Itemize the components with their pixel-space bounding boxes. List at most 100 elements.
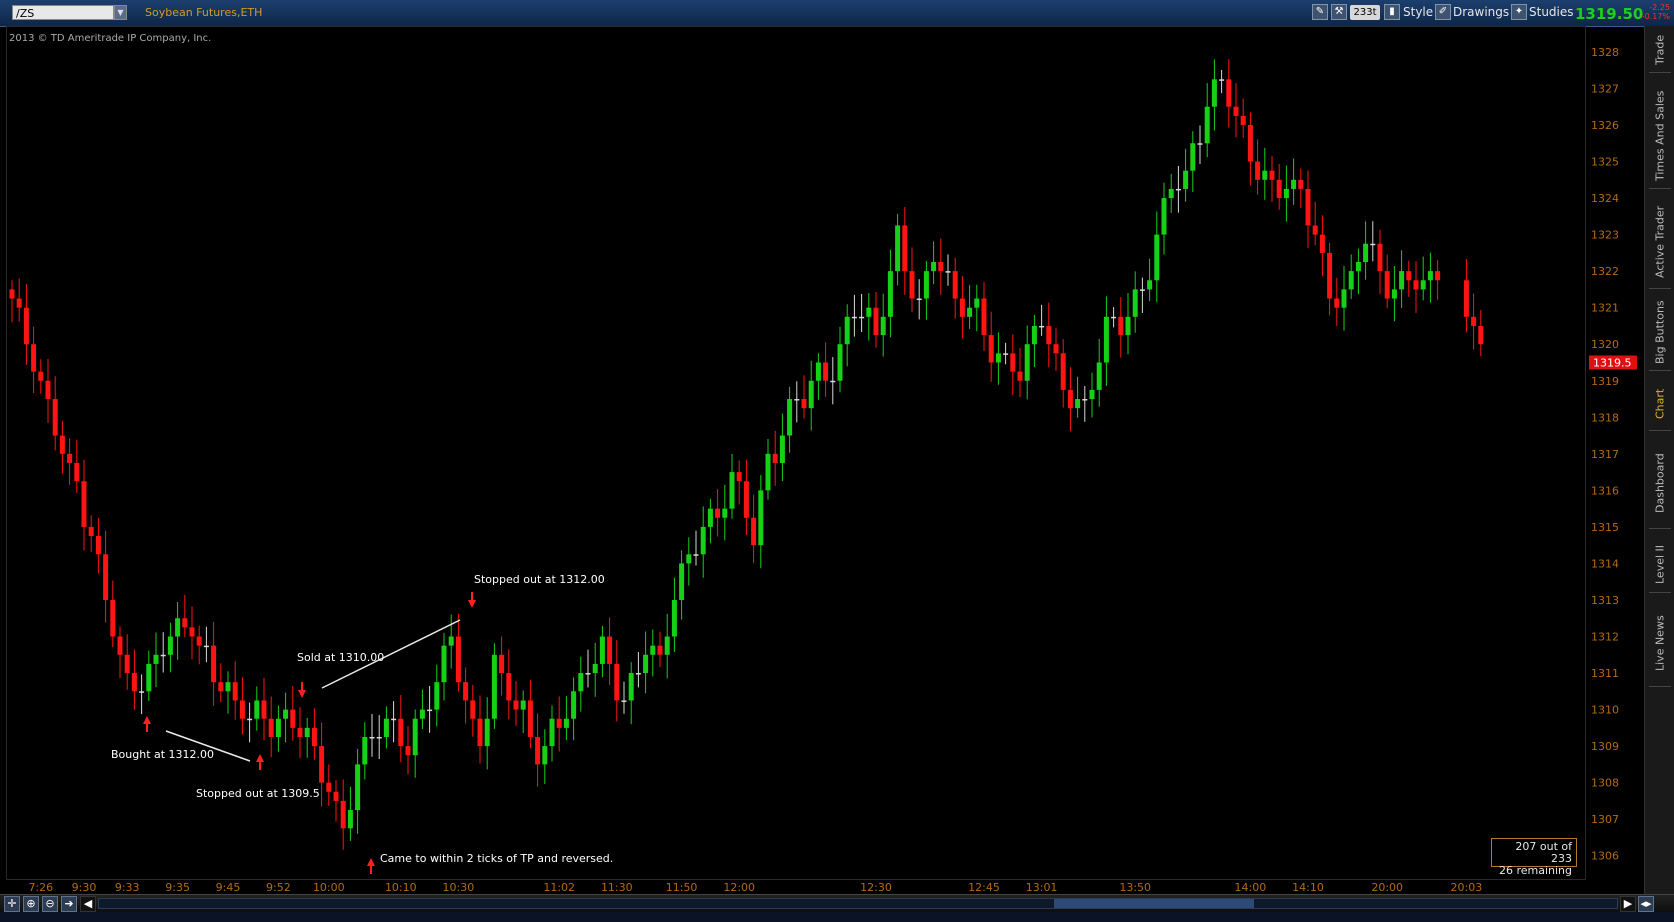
candle-body — [167, 636, 173, 655]
candle-body — [1233, 106, 1239, 116]
candle-body — [347, 810, 353, 829]
side-tab-dashboard[interactable]: Dashboard — [1649, 438, 1671, 529]
candle-body — [830, 380, 836, 383]
y-tick-label: 1318 — [1591, 411, 1619, 424]
side-tab-live-news[interactable]: Live News — [1649, 600, 1671, 687]
candle-body — [635, 673, 641, 675]
crosshair-icon[interactable]: ✛ — [4, 896, 20, 912]
candle-body — [988, 335, 994, 363]
candle-body — [477, 718, 483, 747]
y-tick-label: 1323 — [1591, 229, 1619, 242]
candle-body — [520, 700, 526, 710]
annotation-label: Sold at 1310.00 — [297, 651, 384, 664]
candle-body — [859, 316, 865, 319]
arrow-right-icon[interactable]: ➜ — [61, 896, 77, 912]
y-tick-label: 1325 — [1591, 156, 1619, 169]
bar-counter-line2: 26 remaining — [1498, 864, 1572, 877]
side-tab-big-buttons[interactable]: Big Buttons — [1649, 294, 1671, 371]
candle-body — [549, 718, 555, 747]
x-tick-label: 10:10 — [385, 881, 417, 894]
candle-body — [1175, 188, 1181, 191]
candle-body — [254, 700, 260, 719]
zoom-out-icon[interactable]: ⊖ — [42, 896, 58, 912]
candle-body — [967, 307, 973, 317]
scrollbar-thumb[interactable] — [1054, 899, 1254, 908]
side-tab-trade[interactable]: Trade — [1649, 28, 1671, 73]
candle-body — [837, 344, 843, 381]
candle-body — [1262, 170, 1268, 180]
candle-body — [1139, 289, 1145, 291]
candle-body — [211, 645, 217, 683]
y-tick-label: 1314 — [1591, 557, 1619, 570]
candle-body — [628, 673, 634, 701]
candle-body — [1312, 225, 1318, 235]
scroll-right-icon[interactable]: ▶ — [1620, 896, 1636, 912]
bar-counter-line1: 207 out of 233 — [1515, 840, 1572, 865]
candle-body — [261, 700, 267, 719]
candle-body — [1406, 271, 1412, 281]
y-tick-label: 1316 — [1591, 484, 1619, 497]
candle-body — [823, 362, 829, 381]
candle-body — [787, 399, 793, 436]
candle-body — [657, 645, 663, 655]
side-tab-times-and-sales[interactable]: Times And Sales — [1649, 84, 1671, 189]
candlestick-chart[interactable]: Bought at 1312.00 Stopped out at 1309.5 So… — [0, 0, 1644, 894]
candle-body — [1060, 353, 1066, 390]
candle-body — [340, 800, 346, 829]
candle-body — [693, 554, 699, 556]
candle-body — [506, 673, 512, 701]
candle-body — [563, 718, 569, 728]
y-tick-label: 1324 — [1591, 192, 1619, 205]
x-tick-label: 9:45 — [216, 881, 241, 894]
candle-body — [880, 316, 886, 336]
side-tab-chart[interactable]: Chart — [1649, 378, 1671, 431]
candle-body — [175, 618, 181, 637]
candle-body — [1384, 271, 1390, 299]
candle-body — [441, 645, 447, 683]
candle-body — [952, 271, 958, 299]
candle-body — [844, 316, 850, 345]
candle-body — [1334, 298, 1340, 308]
side-tab-level-ii[interactable]: Level II — [1649, 536, 1671, 593]
side-tab-active-trader[interactable]: Active Trader — [1649, 196, 1671, 289]
candle-body — [81, 481, 87, 527]
y-tick-label: 1311 — [1591, 667, 1619, 680]
y-tick-label: 1306 — [1591, 850, 1619, 863]
candle-body — [1183, 170, 1189, 189]
candle-body — [571, 691, 577, 719]
candle-body — [153, 654, 159, 664]
candles-group — [9, 59, 1484, 850]
candle-body — [535, 736, 541, 765]
scroll-left-icon[interactable]: ◀ — [80, 896, 96, 912]
candle-body — [448, 636, 454, 646]
candle-body — [585, 673, 591, 675]
candle-body — [1211, 79, 1217, 107]
candle-body — [196, 636, 202, 646]
candle-body — [1075, 399, 1081, 409]
candle-body — [1363, 243, 1369, 263]
candle-body — [1247, 124, 1253, 162]
candle-body — [1161, 198, 1167, 235]
candle-body — [1103, 316, 1109, 363]
y-tick-label: 1322 — [1591, 265, 1619, 278]
horizontal-scrollbar[interactable] — [98, 898, 1618, 909]
sell-arrow-icon — [468, 600, 476, 608]
x-tick-label: 11:30 — [601, 881, 633, 894]
candle-body — [592, 663, 598, 674]
candle-body — [995, 353, 1001, 363]
candle-body — [1132, 289, 1138, 317]
candle-body — [1096, 362, 1102, 390]
candle-body — [74, 462, 80, 482]
x-tick-label: 20:03 — [1451, 881, 1483, 894]
y-tick-label: 1320 — [1591, 338, 1619, 351]
candle-body — [1168, 188, 1174, 199]
candle-body — [556, 718, 562, 728]
zoom-in-icon[interactable]: ⊕ — [23, 896, 39, 912]
candle-body — [736, 472, 742, 482]
candle-body — [1154, 234, 1160, 281]
candle-body — [311, 727, 317, 747]
candle-body — [779, 435, 785, 463]
expand-icon[interactable]: ◂▸ — [1638, 896, 1654, 912]
x-tick-label: 20:00 — [1371, 881, 1403, 894]
candle-body — [1427, 271, 1433, 281]
